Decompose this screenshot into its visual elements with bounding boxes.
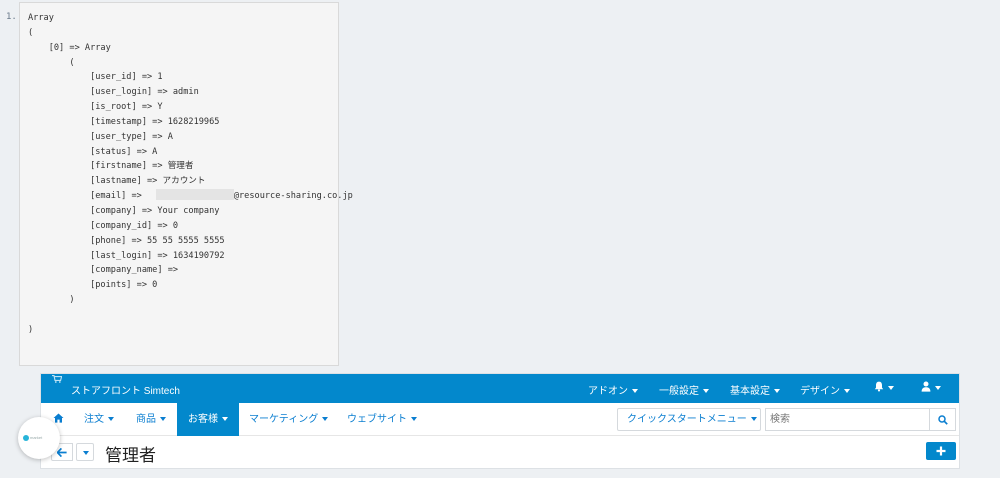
chevron-down-icon [703,389,709,393]
menu-basic-settings[interactable]: 基本設定 [730,382,780,397]
top-bar: ストアフロント Simtech アドオン 一般設定 基本設定 デザイン [41,374,959,403]
user-icon [921,381,931,392]
nav-products[interactable]: 商品 [128,403,174,436]
menu-design[interactable]: デザイン [800,382,850,397]
nav-orders[interactable]: 注文 [76,403,122,436]
page-title: 管理者 [105,446,156,465]
code-line: Array [28,13,54,23]
code-line: [user_login] => admin [28,87,199,98]
menu-label: デザイン [800,386,840,397]
code-line: [firstname] => 管理者 [28,161,194,172]
code-line: [timestamp] => 1628219965 [28,116,220,127]
code-line: [phone] => 55 55 5555 5555 [28,235,225,246]
nav-marketing[interactable]: マーケティング [241,403,336,436]
bell-icon [874,381,884,392]
chevron-down-icon [222,417,228,421]
code-dump: Array ( [0] => Array ( [user_id] => 1 [u… [28,11,353,338]
menu-label: アドオン [588,386,628,397]
admin-panel: ストアフロント Simtech アドオン 一般設定 基本設定 デザイン 注文 商… [40,373,960,469]
email-domain: @resource-sharing.co.jp [233,191,353,202]
menu-label: 基本設定 [730,386,770,397]
arrow-left-icon [57,448,67,457]
code-line: [is_root] => Y [28,102,163,113]
code-line: [last_login] => 1634190792 [28,250,225,261]
code-line: [0] => Array [28,42,111,53]
chevron-down-icon [888,386,894,390]
code-line: ) [28,324,34,335]
cart-icon[interactable] [52,375,62,383]
search-icon [938,415,948,425]
nav-customers[interactable]: お客様 [177,403,239,436]
notifications-menu[interactable] [874,381,894,394]
chevron-down-icon [632,389,638,393]
chevron-down-icon [322,417,329,421]
email-key: [email] => [28,191,142,202]
code-line: [company_id] => 0 [28,220,179,231]
chevron-down-icon [83,451,89,455]
store-title-link[interactable]: ストアフロント Simtech [71,382,180,397]
back-dropdown-button[interactable] [76,443,94,461]
add-button[interactable] [926,442,956,460]
code-dump-box: Array ( [0] => Array ( [user_id] => 1 [u… [19,2,353,366]
code-line: [user_id] => 1 [28,72,163,83]
main-nav: 注文 商品 お客様 マーケティング ウェブサイト クイックスタートメニュー 検索 [41,403,959,436]
menu-general-settings[interactable]: 一般設定 [659,382,709,397]
menu-addons[interactable]: アドオン [588,382,638,397]
nav-label: ウェブサイト [347,414,407,425]
chevron-down-icon [108,417,114,421]
code-line: [points] => 0 [28,280,158,291]
quickstart-label: クイックスタートメニュー [627,414,747,425]
code-line: [company_name] => [28,265,179,276]
nav-label: マーケティング [249,414,319,425]
chevron-down-icon [844,389,850,393]
nav-label: お客様 [188,414,218,425]
code-line: [user_type] => A [28,131,173,142]
home-icon [53,413,64,423]
plus-icon [936,446,946,456]
line-number: 1. [6,12,17,22]
chevron-down-icon [750,417,757,421]
chevron-down-icon [411,417,417,421]
widget-logo-icon [23,435,29,441]
chevron-down-icon [160,417,166,421]
redacted-block [155,189,234,201]
code-line: ) [28,295,75,306]
chevron-down-icon [774,389,780,393]
code-line: ( [28,27,34,38]
code-line: [lastname] => アカウント [28,176,206,187]
nav-label: 注文 [84,414,104,425]
widget-label: market [30,435,43,440]
code-line: ( [28,57,75,68]
nav-website[interactable]: ウェブサイト [339,403,425,436]
menu-label: 一般設定 [659,386,699,397]
user-menu[interactable] [921,381,941,394]
search-button[interactable] [929,408,956,431]
quickstart-menu-button[interactable]: クイックスタートメニュー [617,408,761,431]
search-input[interactable]: 検索 [765,408,929,431]
nav-label: 商品 [136,414,156,425]
code-line: [company] => Your company [28,205,220,216]
code-line-email: [email] => @resource-sharing.co.jp [28,189,353,204]
chat-widget-bubble[interactable]: market [18,417,60,459]
chevron-down-icon [935,386,941,390]
code-line: [status] => A [28,146,158,157]
